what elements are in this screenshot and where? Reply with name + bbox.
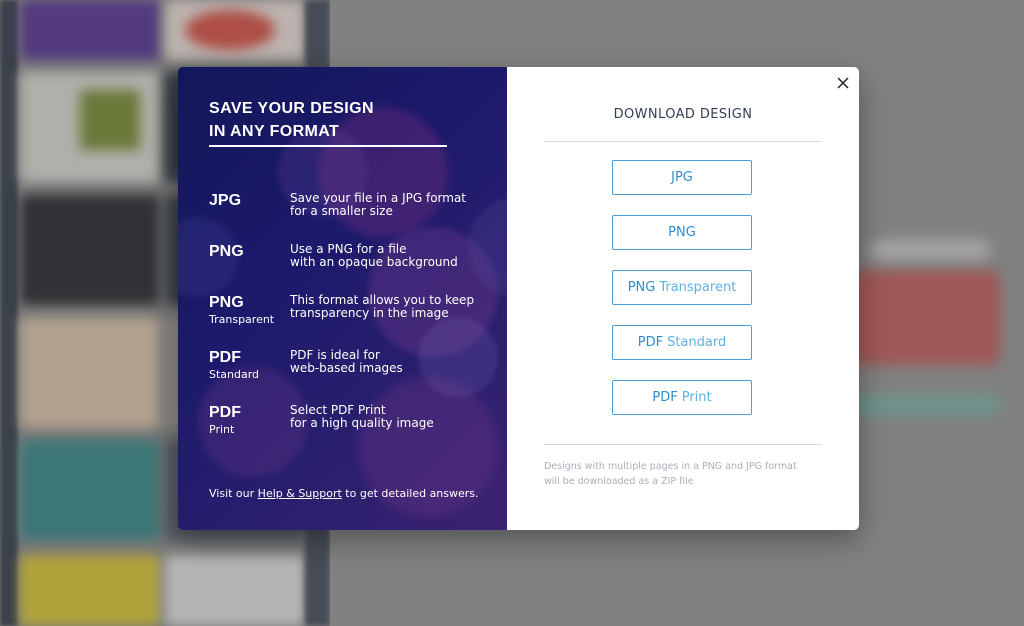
download-png-transparent-button[interactable]: PNG Transparent (612, 270, 752, 305)
zip-note: Designs with multiple pages in a PNG and… (544, 459, 824, 489)
format-name: PDF (209, 349, 241, 366)
format-info-panel: SAVE YOUR DESIGN IN ANY FORMAT JPG Save … (178, 67, 507, 530)
download-title: DOWNLOAD DESIGN (613, 107, 753, 122)
button-label: PNG (627, 280, 656, 295)
help-footer-prefix: Visit our (209, 487, 258, 500)
format-description: Save your file in a JPG format for a sma… (290, 192, 490, 218)
format-name: PNG (209, 294, 244, 311)
format-name: PDF (209, 404, 241, 421)
button-sublabel: Standard (667, 335, 727, 350)
zip-note-line: will be downloaded as a ZIP file (544, 476, 694, 487)
button-label: JPG (671, 170, 693, 185)
format-description-line: with an opaque background (290, 255, 458, 269)
panel-heading-line-1: SAVE YOUR DESIGN (209, 100, 374, 117)
download-jpg-button[interactable]: JPG (612, 160, 752, 195)
format-description-line: transparency in the image (290, 306, 449, 320)
format-description: Use a PNG for a file with an opaque back… (290, 243, 490, 269)
format-subname: Print (209, 423, 235, 436)
button-label: PNG (668, 225, 696, 240)
button-sublabel: Transparent (659, 280, 737, 295)
help-support-link[interactable]: Help & Support (258, 487, 342, 500)
format-description: This format allows you to keep transpare… (290, 294, 490, 320)
download-modal: SAVE YOUR DESIGN IN ANY FORMAT JPG Save … (178, 67, 859, 530)
divider-bottom (544, 444, 822, 445)
download-pdf-standard-button[interactable]: PDF Standard (612, 325, 752, 360)
format-name: JPG (209, 192, 242, 209)
format-subname: Transparent (209, 313, 275, 326)
button-label: PDF (652, 390, 678, 405)
help-footer-suffix: to get detailed answers. (341, 487, 479, 500)
help-footer: Visit our Help & Support to get detailed… (209, 487, 479, 500)
format-description: PDF is ideal for web-based images (290, 349, 490, 375)
button-sublabel: Print (681, 390, 712, 405)
download-png-button[interactable]: PNG (612, 215, 752, 250)
heading-underline (209, 145, 447, 147)
panel-heading-line-2: IN ANY FORMAT (209, 123, 340, 140)
format-description-line: for a high quality image (290, 416, 434, 430)
zip-note-line: Designs with multiple pages in a PNG and… (544, 461, 797, 472)
format-subname: Standard (209, 368, 260, 381)
close-icon (837, 77, 849, 89)
close-button[interactable] (835, 75, 851, 91)
format-description-line: web-based images (290, 361, 403, 375)
download-pdf-print-button[interactable]: PDF Print (612, 380, 752, 415)
divider-top (544, 141, 822, 142)
format-description-line: for a smaller size (290, 204, 393, 218)
button-label: PDF (637, 335, 664, 350)
panel-heading: SAVE YOUR DESIGN IN ANY FORMAT (209, 97, 447, 143)
download-panel: DOWNLOAD DESIGN JPG PNG PNG Transparent P… (507, 67, 859, 530)
format-name: PNG (209, 243, 244, 260)
format-description: Select PDF Print for a high quality imag… (290, 404, 490, 430)
